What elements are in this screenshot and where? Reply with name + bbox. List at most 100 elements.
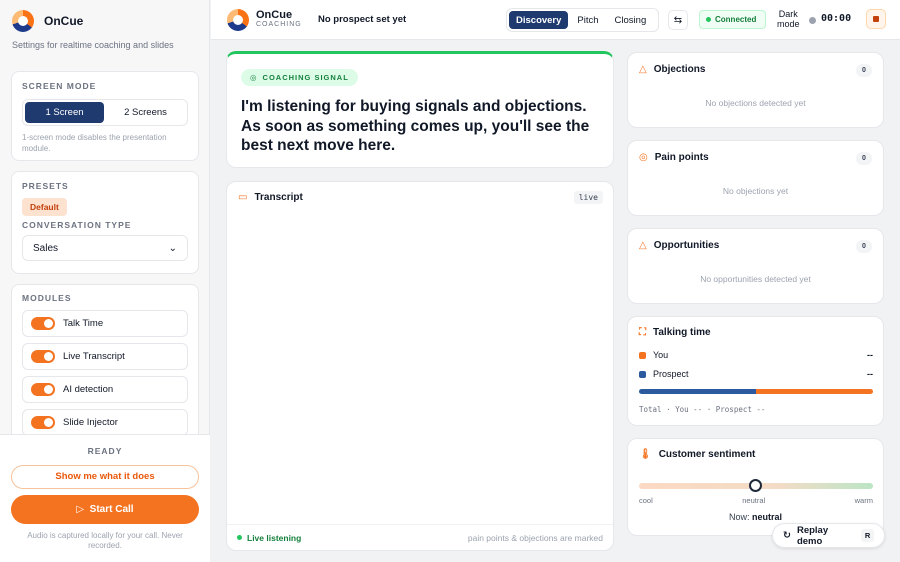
- thermometer-icon: 🌡︎: [639, 449, 652, 460]
- conversation-type-select[interactable]: Sales ⌄: [22, 235, 188, 261]
- replay-label: Replay demo: [796, 524, 829, 547]
- demo-button[interactable]: Show me what it does: [11, 465, 199, 489]
- live-listening-label: Live listening: [247, 532, 302, 543]
- privacy-footnote: Audio is captured locally for your call.…: [27, 531, 183, 550]
- sentiment-labels: cool neutral warm: [639, 496, 873, 505]
- coaching-signal-label: COACHING SIGNAL: [262, 73, 349, 82]
- toggle-switch[interactable]: [31, 317, 55, 330]
- timer-dot-icon: [809, 17, 816, 24]
- dark-mode-label-1: Dark: [778, 9, 798, 19]
- objections-panel: △ Objections 0 No objections detected yet: [627, 52, 884, 128]
- screen-mode-2-screens[interactable]: 2 Screens: [106, 102, 185, 123]
- modules-title: MODULES: [22, 293, 72, 303]
- warning-icon: △: [639, 64, 647, 75]
- expand-icon: ⛶: [639, 327, 646, 338]
- connection-label: Connected: [715, 15, 757, 24]
- talk-ratio-bar: [639, 389, 873, 394]
- stop-button[interactable]: [866, 9, 886, 29]
- module-ai-detection[interactable]: AI detection: [22, 376, 188, 403]
- dark-mode-toggle[interactable]: Dark mode: [777, 9, 800, 29]
- toggle-switch[interactable]: [31, 416, 55, 429]
- chat-icon: ▭: [238, 192, 248, 203]
- pain-points-count: 0: [856, 152, 872, 165]
- objections-empty: No objections detected yet: [705, 98, 806, 108]
- module-slide-injector[interactable]: Slide Injector: [22, 409, 188, 436]
- prospect-swatch: [639, 370, 646, 378]
- pain-points-empty: No objections yet: [722, 186, 789, 196]
- you-label: You: [653, 350, 669, 360]
- opportunities-panel: △ Opportunities 0 No opportunities detect…: [627, 228, 884, 304]
- sentiment-panel: 🌡︎ Customer sentiment cool neutral warm N…: [627, 438, 884, 536]
- phase-tabs: Discovery Pitch Closing: [506, 8, 659, 32]
- sentiment-header: 🌡︎ Customer sentiment: [639, 449, 755, 460]
- stop-icon: [873, 16, 879, 22]
- transcript-header: ▭ Transcript: [238, 192, 303, 203]
- live-dot-icon: [237, 535, 242, 540]
- start-call-button[interactable]: ▷ Start Call: [11, 495, 199, 524]
- status-dot-icon: [706, 17, 711, 22]
- presets-title: PRESETS: [22, 181, 69, 191]
- oncue-logo-icon: [12, 10, 34, 32]
- transcript-footer: Live listening pain points & objections …: [227, 524, 613, 550]
- preset-default-chip[interactable]: Default: [22, 198, 67, 216]
- pain-points-header: ◎ Pain points: [639, 152, 709, 163]
- tab-pitch[interactable]: Pitch: [570, 11, 605, 29]
- live-badge: live: [573, 191, 603, 204]
- modules-list: Talk Time Live Transcript AI detection S…: [22, 310, 188, 436]
- replay-shortcut: R: [861, 529, 874, 542]
- objections-count: 0: [856, 64, 872, 77]
- module-label: Live Transcript: [63, 351, 125, 362]
- prospect-value: --: [867, 369, 873, 379]
- swap-button[interactable]: ⇆: [668, 10, 688, 30]
- opportunities-count: 0: [856, 240, 872, 253]
- conversation-type-value: Sales: [33, 242, 59, 254]
- objections-title: Objections: [653, 64, 706, 75]
- live-listening-status: Live listening: [237, 533, 301, 543]
- talk-row-you: You --: [639, 350, 873, 360]
- transcript-hint: pain points & objections are marked: [467, 532, 603, 543]
- coaching-signal-chip: ◎ COACHING SIGNAL: [241, 69, 358, 86]
- header-brand: OnCue COACHING: [256, 10, 302, 30]
- module-talk-time[interactable]: Talk Time: [22, 310, 188, 337]
- oncue-logo-icon: [227, 9, 249, 31]
- pain-points-title: Pain points: [654, 152, 709, 163]
- module-live-transcript[interactable]: Live Transcript: [22, 343, 188, 370]
- module-label: Slide Injector: [63, 417, 118, 428]
- toggle-switch[interactable]: [31, 383, 55, 396]
- screen-mode-1-screen[interactable]: 1 Screen: [25, 102, 104, 123]
- swap-icon: ⇆: [673, 14, 683, 26]
- objections-header: △ Objections: [639, 64, 705, 75]
- opportunities-empty: No opportunities detected yet: [700, 274, 811, 284]
- replay-demo-button[interactable]: ↻ Replay demo R: [772, 523, 885, 548]
- settings-sidebar: OnCue Settings for realtime coaching and…: [0, 0, 210, 562]
- module-label: Talk Time: [63, 318, 104, 329]
- screen-mode-note: 1-screen mode disables the presentation …: [22, 133, 167, 153]
- opportunities-title: Opportunities: [653, 240, 720, 251]
- talking-time-panel: ⛶ Talking time You -- Prospect -- Total ·…: [627, 316, 884, 426]
- conversation-type-label: CONVERSATION TYPE: [22, 220, 132, 230]
- chevron-down-icon: ⌄: [168, 242, 177, 254]
- modules-card: MODULES Talk Time Live Transcript AI det…: [11, 284, 199, 444]
- transcript-title: Transcript: [254, 192, 303, 203]
- screen-mode-title: SCREEN MODE: [22, 81, 97, 91]
- start-call-label: Start Call: [89, 504, 134, 515]
- target-icon: ◎: [639, 152, 648, 163]
- talk-row-prospect: Prospect --: [639, 369, 873, 379]
- opportunity-icon: △: [639, 240, 647, 251]
- sentiment-title: Customer sentiment: [658, 449, 756, 460]
- sentiment-now-label: Now:: [728, 512, 750, 522]
- tab-closing[interactable]: Closing: [608, 11, 654, 29]
- prospect-label[interactable]: No prospect set yet: [318, 14, 406, 25]
- tab-discovery[interactable]: Discovery: [509, 11, 569, 29]
- sentiment-indicator: [749, 479, 762, 492]
- you-swatch: [639, 351, 646, 359]
- toggle-switch[interactable]: [31, 350, 55, 363]
- sentiment-warm: warm: [854, 496, 873, 505]
- talking-time-title: Talking time: [653, 327, 711, 338]
- sentiment-cool: cool: [639, 496, 653, 505]
- top-bar: OnCue COACHING No prospect set yet Disco…: [211, 0, 900, 40]
- play-icon: ▷: [76, 504, 85, 515]
- opportunities-header: △ Opportunities: [639, 240, 719, 251]
- brand: OnCue: [12, 10, 83, 32]
- sentiment-now: Now: neutral: [628, 512, 883, 522]
